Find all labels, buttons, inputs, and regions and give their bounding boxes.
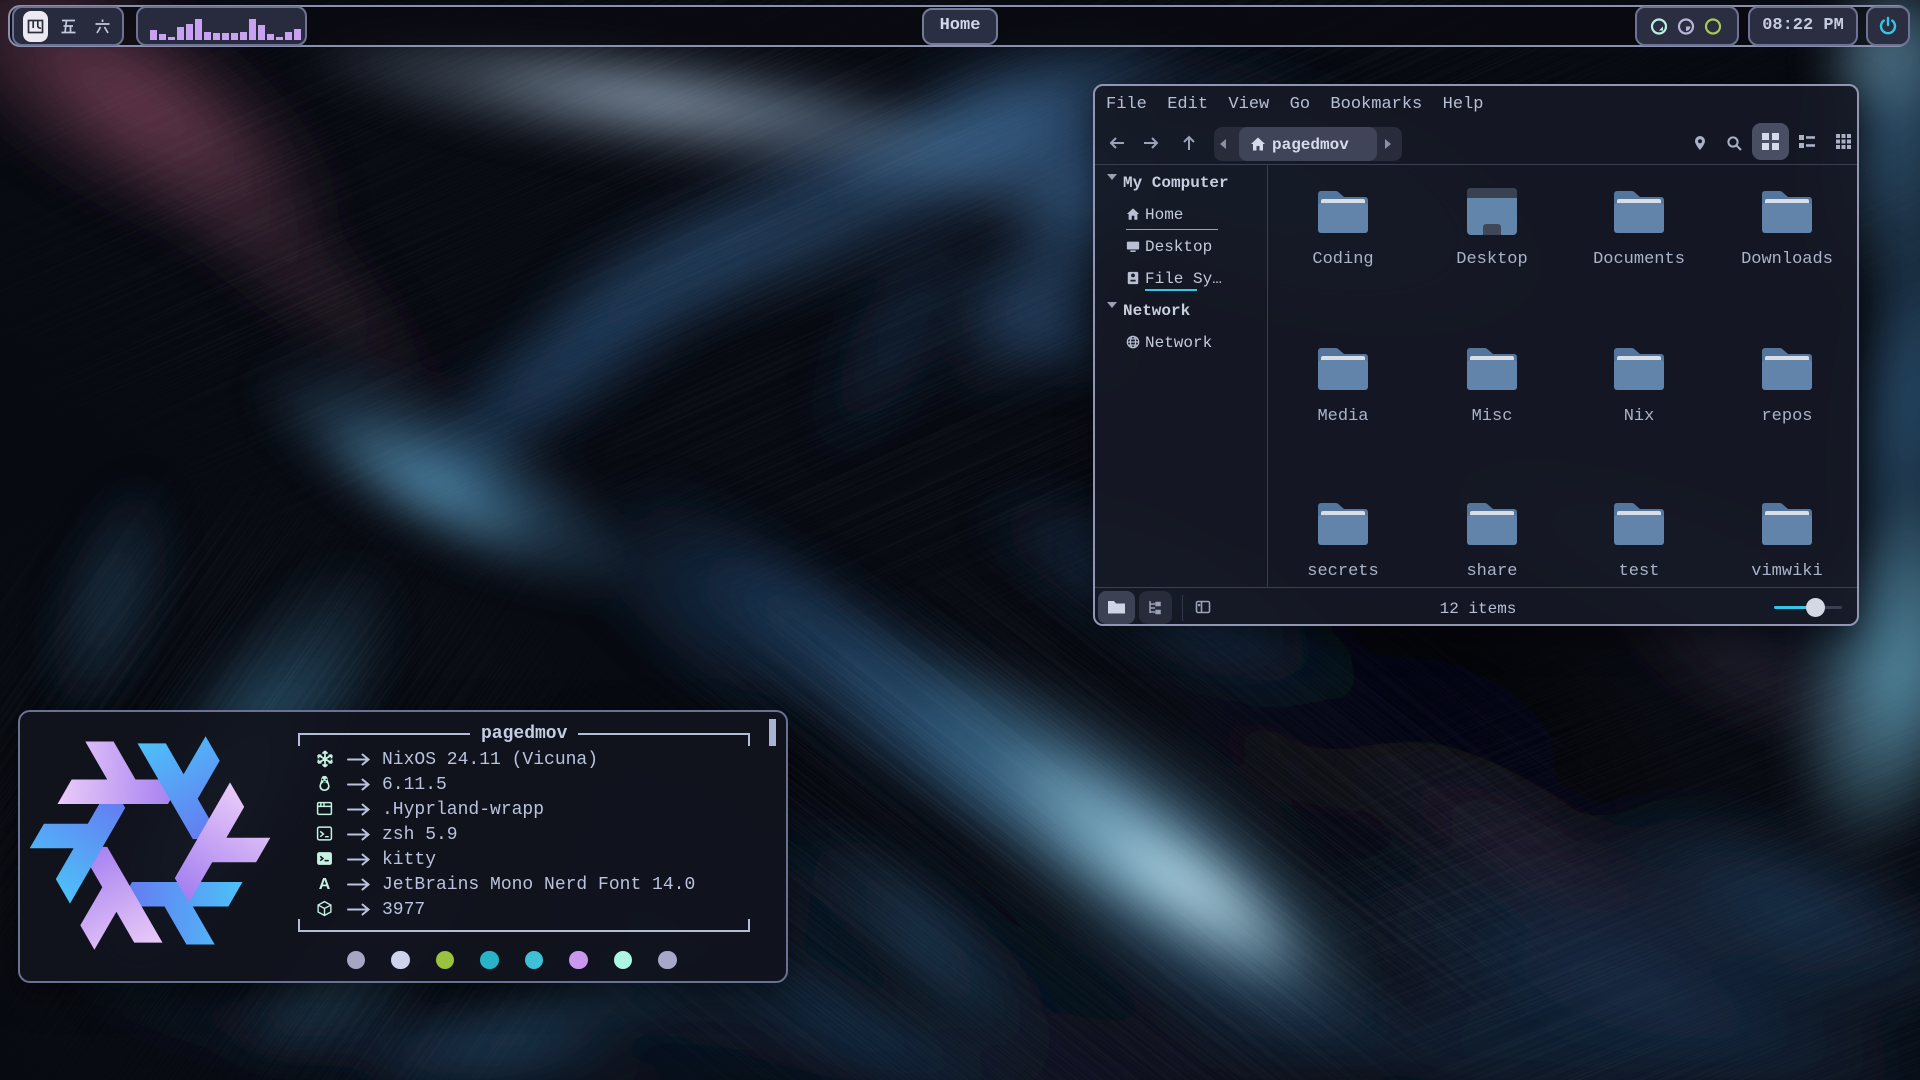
svg-text:A: A xyxy=(319,876,331,892)
